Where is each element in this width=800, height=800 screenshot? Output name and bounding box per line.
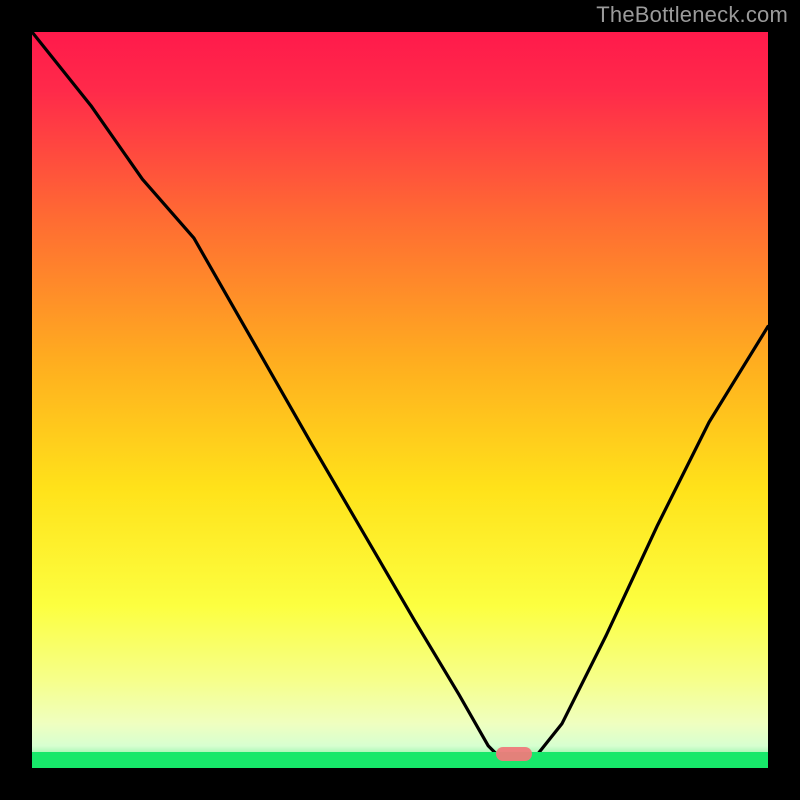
- optimal-range-marker: [496, 747, 533, 761]
- chart-container: TheBottleneck.com: [0, 0, 800, 800]
- bottleneck-curve: [32, 32, 768, 768]
- green-baseline-strip: [32, 752, 768, 768]
- watermark-text: TheBottleneck.com: [596, 2, 788, 28]
- plot-area: [32, 32, 768, 768]
